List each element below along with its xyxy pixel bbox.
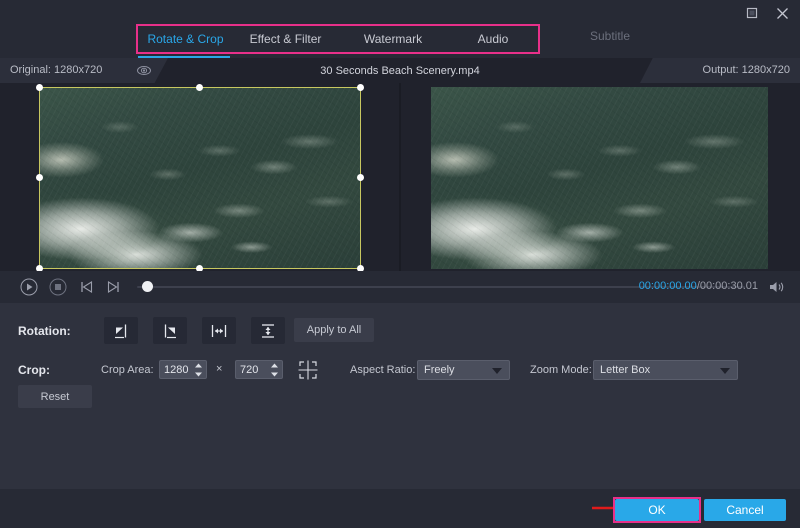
preview-divider — [399, 83, 401, 271]
rotate-left-icon[interactable] — [104, 317, 138, 344]
crop-width-stepper[interactable] — [159, 360, 207, 379]
timecode-display: 00:00:00.00/00:00:30.01 — [639, 280, 758, 292]
flip-vertical-icon[interactable] — [251, 317, 285, 344]
aspect-ratio-value: Freely — [424, 364, 455, 376]
cancel-button[interactable]: Cancel — [704, 499, 786, 521]
crop-handle-nw[interactable] — [36, 84, 43, 91]
crop-height-input[interactable] — [240, 361, 268, 378]
crop-area-label: Crop Area: — [101, 364, 154, 376]
tab-watermark[interactable]: Watermark — [338, 26, 448, 52]
preview-info-bar: Original: 1280x720 30 Seconds Beach Scen… — [0, 58, 800, 83]
crop-handle-e[interactable] — [357, 174, 364, 181]
tab-bar: Rotate & Crop Effect & Filter Watermark … — [0, 20, 800, 58]
original-video-frame — [39, 87, 361, 269]
volume-icon[interactable] — [768, 279, 786, 295]
zoom-mode-select[interactable]: Letter Box — [593, 360, 738, 380]
crop-width-input[interactable] — [164, 361, 192, 378]
zoom-mode-value: Letter Box — [600, 364, 650, 376]
tab-group-highlight: Rotate & Crop Effect & Filter Watermark … — [136, 24, 540, 54]
crop-height-stepper[interactable] — [235, 360, 283, 379]
reset-button[interactable]: Reset — [18, 385, 92, 408]
original-preview[interactable] — [39, 87, 361, 269]
previous-frame-icon[interactable] — [78, 278, 96, 296]
crop-handle-w[interactable] — [36, 174, 43, 181]
tab-subtitle[interactable]: Subtitle — [590, 29, 630, 43]
chevron-down-icon — [720, 368, 730, 374]
current-time-label: 00:00:00.00 — [639, 280, 697, 292]
output-video-frame — [431, 87, 768, 269]
next-frame-icon[interactable] — [104, 278, 122, 296]
rotate-right-icon[interactable] — [153, 317, 187, 344]
total-time-label: 00:00:30.01 — [700, 280, 758, 292]
video-editor-dialog: Rotate & Crop Effect & Filter Watermark … — [0, 0, 800, 528]
play-icon[interactable] — [20, 278, 38, 296]
ok-button[interactable]: OK — [615, 499, 699, 521]
ok-button-highlight: OK — [613, 497, 701, 523]
crop-handle-n[interactable] — [196, 84, 203, 91]
eye-icon[interactable] — [136, 63, 152, 78]
crop-height-spinner-arrows[interactable] — [270, 363, 279, 377]
rotation-label: Rotation: — [18, 324, 71, 338]
tab-audio[interactable]: Audio — [448, 26, 538, 52]
original-resolution-label: Original: 1280x720 — [10, 64, 102, 76]
chevron-down-icon — [492, 368, 502, 374]
center-crop-icon[interactable] — [296, 358, 320, 382]
stop-icon[interactable] — [49, 278, 67, 296]
aspect-ratio-label: Aspect Ratio: — [350, 364, 415, 376]
output-resolution-label: Output: 1280x720 — [703, 64, 790, 76]
tab-effect-filter[interactable]: Effect & Filter — [233, 26, 338, 52]
crop-label: Crop: — [18, 363, 50, 377]
flip-horizontal-icon[interactable] — [202, 317, 236, 344]
zoom-mode-label: Zoom Mode: — [530, 364, 592, 376]
tab-rotate-crop[interactable]: Rotate & Crop — [138, 26, 233, 52]
crop-width-spinner-arrows[interactable] — [194, 363, 203, 377]
crop-handle-ne[interactable] — [357, 84, 364, 91]
apply-to-all-button[interactable]: Apply to All — [294, 318, 374, 342]
player-bar: 00:00:00.00/00:00:30.01 — [0, 271, 800, 303]
output-preview[interactable] — [431, 87, 768, 269]
timeline-slider-thumb[interactable] — [142, 281, 153, 292]
dimension-separator: × — [216, 363, 222, 375]
aspect-ratio-select[interactable]: Freely — [417, 360, 510, 380]
